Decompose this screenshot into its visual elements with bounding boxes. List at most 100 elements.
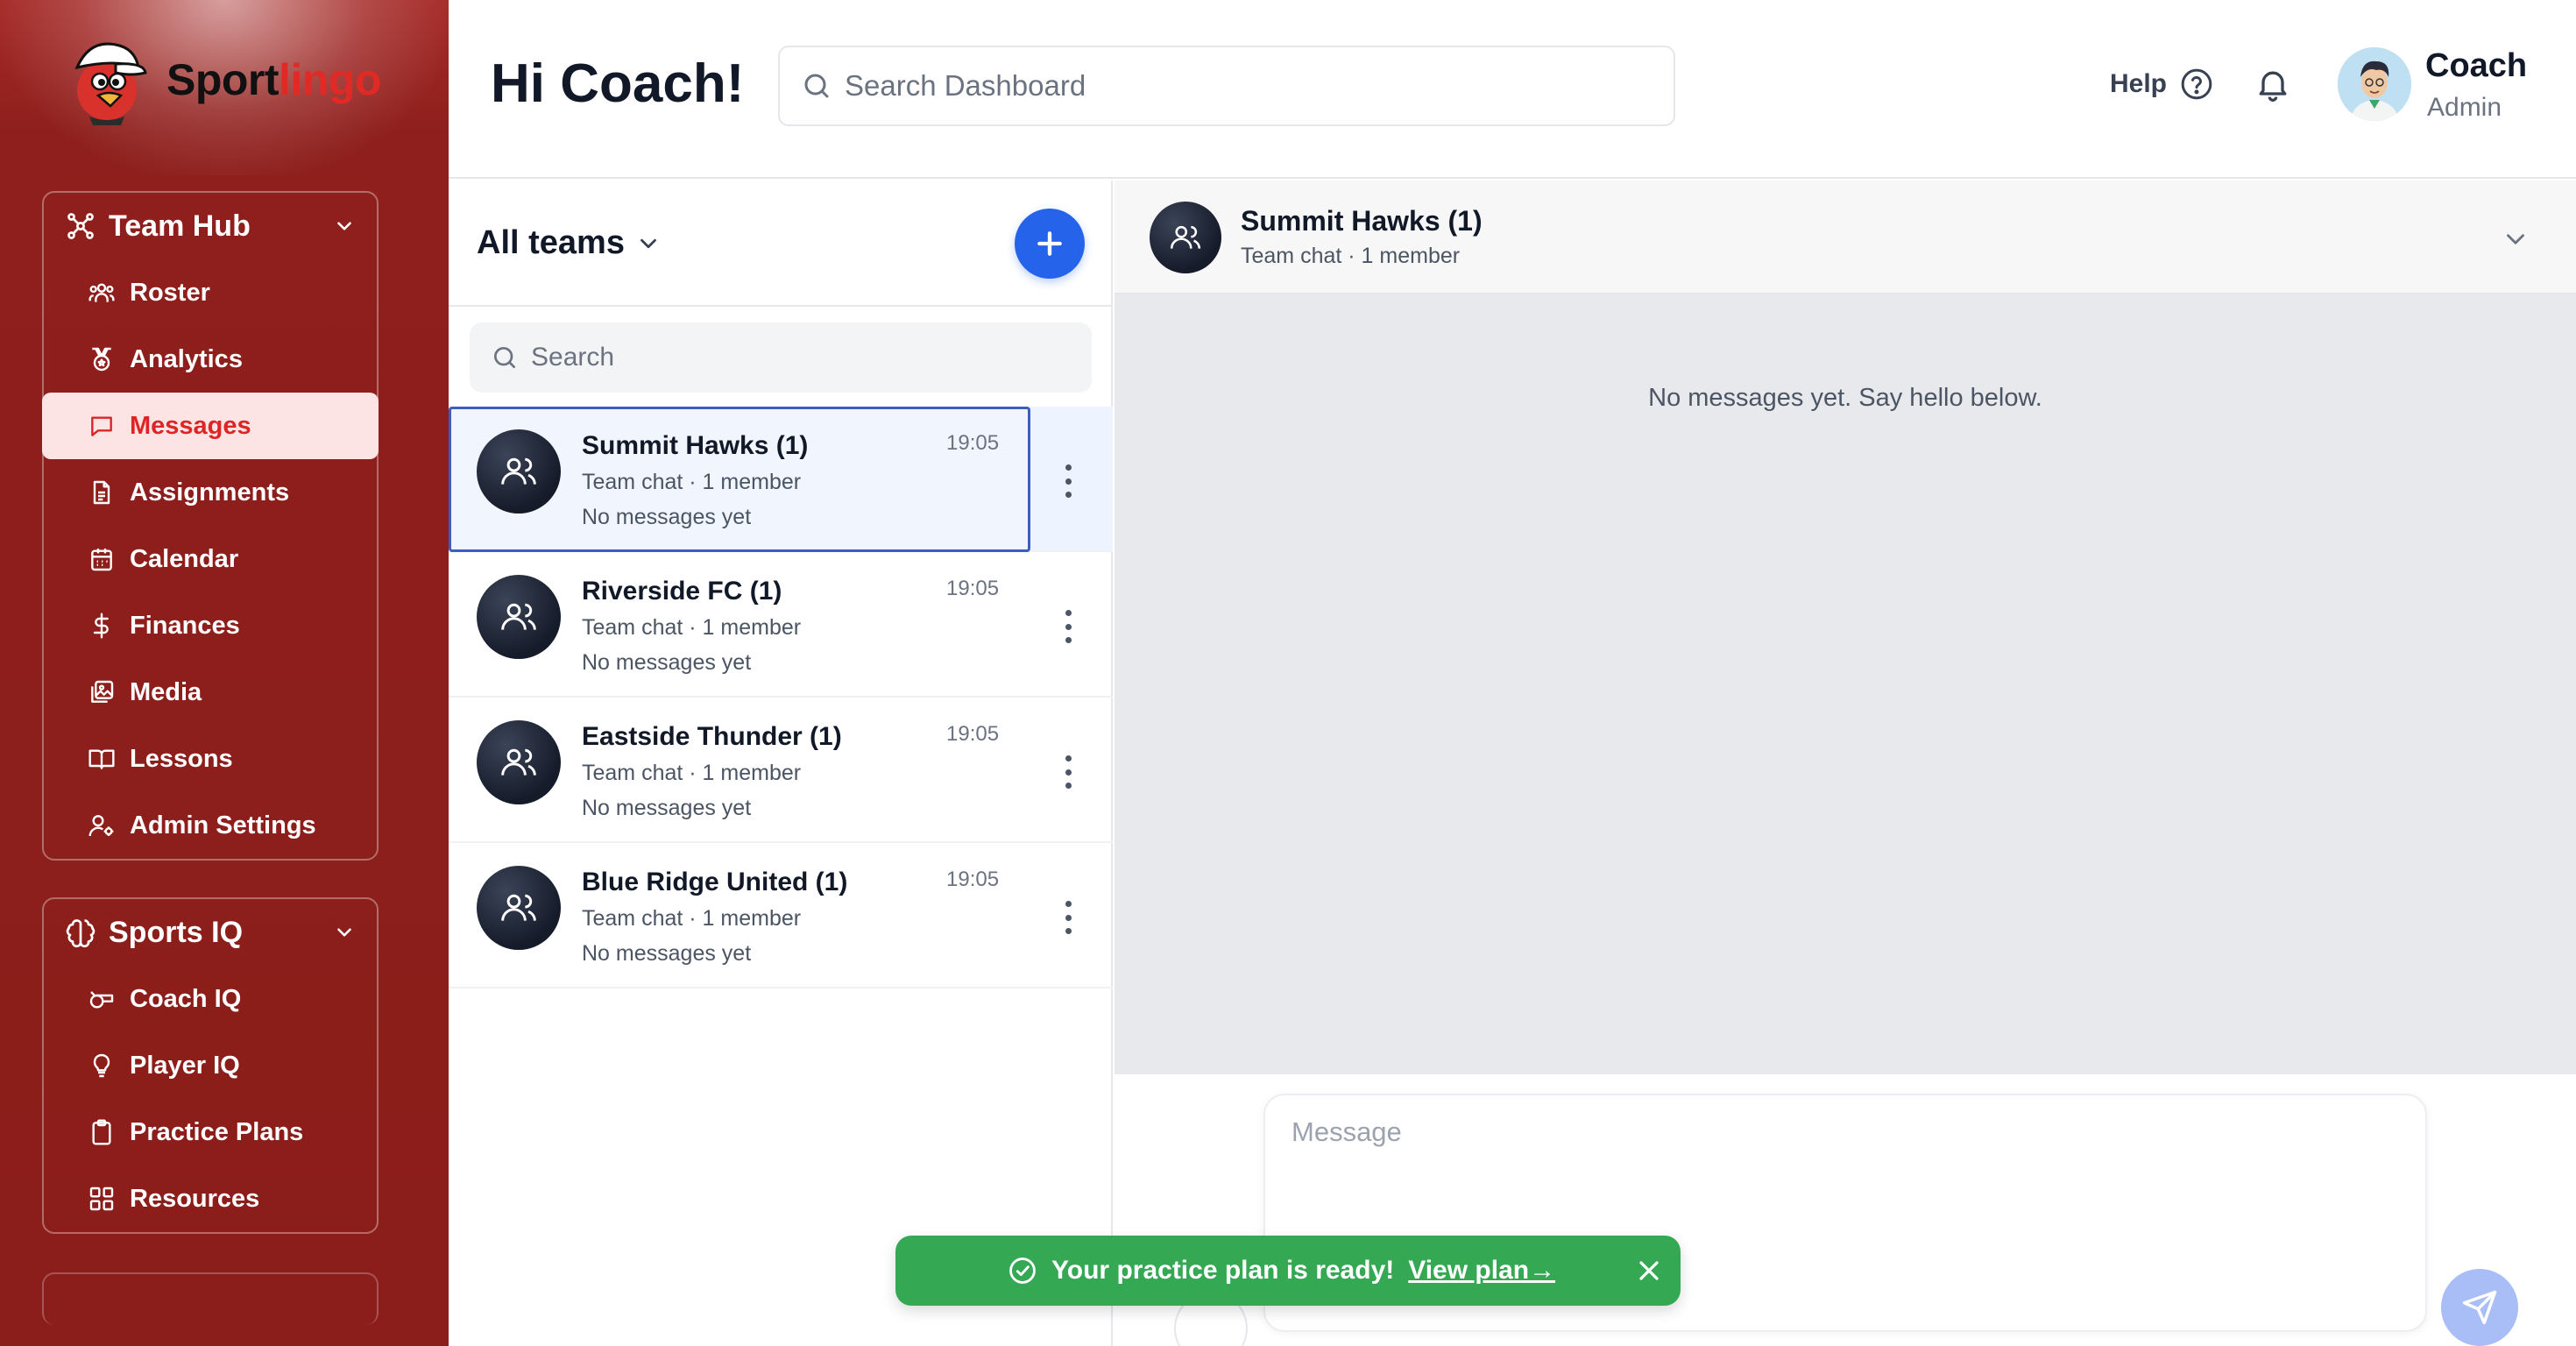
team-name: Eastside Thunder (1) xyxy=(582,722,842,751)
sidebar-item-analytics[interactable]: Analytics xyxy=(44,326,377,393)
clipboard-icon xyxy=(92,1119,111,1145)
chevron-down-icon xyxy=(640,238,656,248)
users-icon xyxy=(1170,225,1201,249)
team-row-riverside-fc[interactable]: Riverside FC (1) Team chat · 1 member No… xyxy=(449,552,1113,698)
teams-panel: All teams Summit Hawks (1) Team chat · 1… xyxy=(449,181,1113,1346)
help-circle-icon xyxy=(2181,68,2212,100)
team-time: 19:05 xyxy=(946,722,1000,746)
more-vertical-icon[interactable] xyxy=(1053,459,1083,503)
sidebar-item-admin-settings[interactable]: Admin Settings xyxy=(44,792,377,859)
sidebar-item-practice-plans[interactable]: Practice Plans xyxy=(44,1099,377,1165)
users-icon xyxy=(501,603,536,630)
chevron-down-icon xyxy=(337,928,351,937)
send-icon xyxy=(2462,1290,2497,1325)
team-subtitle: Team chat · 1 member xyxy=(582,761,802,785)
dashboard-search[interactable] xyxy=(778,46,1675,126)
search-icon xyxy=(494,347,515,368)
sidebar-item-calendar[interactable]: Calendar xyxy=(44,526,377,592)
sidebar-item-lessons[interactable]: Lessons xyxy=(44,726,377,792)
more-vertical-icon[interactable] xyxy=(1053,750,1083,794)
team-row-blue-ridge-united[interactable]: Blue Ridge United (1) Team chat · 1 memb… xyxy=(449,843,1113,988)
top-bar: Hi Coach! Help Coach Admin xyxy=(449,0,2576,179)
sidebar-item-label: Admin Settings xyxy=(130,811,316,839)
sidebar-item-label: Lessons xyxy=(130,744,233,773)
sidebar-item-resources[interactable]: Resources xyxy=(44,1165,377,1232)
more-vertical-icon[interactable] xyxy=(1053,605,1083,648)
message-square-icon xyxy=(91,416,112,436)
chat-panel: Summit Hawks (1) Team chat · 1 member No… xyxy=(1115,181,2576,1346)
chat-header[interactable]: Summit Hawks (1) Team chat · 1 member xyxy=(1115,181,2576,294)
sidebar-item-label: Media xyxy=(130,677,202,706)
sidebar-item-label: Calendar xyxy=(130,544,239,573)
sidebar-item-roster[interactable]: Roster xyxy=(44,259,377,326)
team-search[interactable] xyxy=(470,322,1092,393)
teams-header: All teams xyxy=(449,181,1113,307)
team-search-input[interactable] xyxy=(531,343,1057,372)
empty-state-text: No messages yet. Say hello below. xyxy=(1648,384,2042,412)
team-last-message: No messages yet xyxy=(582,941,752,966)
sidebar-item-label: Messages xyxy=(130,411,251,440)
sidebar-item-label: Coach IQ xyxy=(130,984,242,1013)
group-header-team-hub[interactable]: Team Hub xyxy=(44,193,377,259)
team-avatar xyxy=(477,720,561,804)
image-icon xyxy=(91,680,114,703)
sidebar: Sportlingo Team Hub Roster Analytics Mes… xyxy=(0,0,449,1346)
avatar[interactable] xyxy=(2338,47,2411,121)
group-header-sports-iq[interactable]: Sports IQ xyxy=(44,899,377,966)
team-avatar xyxy=(477,575,561,659)
team-last-message: No messages yet xyxy=(582,650,752,675)
dollar-icon xyxy=(93,613,109,639)
send-button[interactable] xyxy=(2441,1269,2518,1346)
team-avatar xyxy=(477,429,561,514)
view-plan-link[interactable]: View plan→ xyxy=(1408,1256,1555,1286)
brand-name-part1: Sport xyxy=(166,55,280,104)
chat-subtitle: Team chat · 1 member xyxy=(1241,244,1461,268)
sidebar-item-player-iq[interactable]: Player IQ xyxy=(44,1032,377,1099)
team-row-eastside-thunder[interactable]: Eastside Thunder (1) Team chat · 1 membe… xyxy=(449,698,1113,843)
check-circle-icon xyxy=(1009,1257,1036,1284)
team-subtitle: Team chat · 1 member xyxy=(582,470,802,494)
search-input[interactable] xyxy=(845,69,1633,103)
chevron-down-icon[interactable] xyxy=(2501,224,2530,254)
file-text-icon xyxy=(93,480,110,505)
teams-filter-dropdown[interactable]: All teams xyxy=(477,224,662,262)
search-icon xyxy=(804,74,829,98)
users-group-icon xyxy=(88,283,115,302)
calendar-icon xyxy=(91,549,112,571)
sidebar-item-label: Roster xyxy=(130,278,210,307)
sidebar-item-messages[interactable]: Messages xyxy=(42,393,379,459)
chat-title: Summit Hawks (1) xyxy=(1241,205,1483,237)
teams-filter-label: All teams xyxy=(477,224,625,261)
help-label: Help xyxy=(2110,69,2168,98)
team-subtitle: Team chat · 1 member xyxy=(582,615,802,640)
toast-message: Your practice plan is ready! xyxy=(1051,1256,1395,1285)
brand-name-part2: lingo xyxy=(279,55,381,104)
sidebar-item-finances[interactable]: Finances xyxy=(44,592,377,659)
add-team-chat-button[interactable] xyxy=(1015,209,1085,279)
team-time: 19:05 xyxy=(946,431,1000,455)
sidebar-item-assignments[interactable]: Assignments xyxy=(44,459,377,526)
team-name: Summit Hawks (1) xyxy=(582,431,809,460)
more-vertical-icon[interactable] xyxy=(1053,896,1083,939)
chevron-down-icon xyxy=(337,222,351,230)
bell-icon[interactable] xyxy=(2254,65,2292,103)
nav-group-sports-iq: Sports IQ Coach IQ Player IQ Practice Pl… xyxy=(42,897,379,1234)
team-name: Riverside FC (1) xyxy=(582,577,782,606)
help-button[interactable]: Help xyxy=(2110,67,2214,102)
sportlingo-logo-icon xyxy=(74,42,147,125)
sidebar-item-media[interactable]: Media xyxy=(44,659,377,726)
team-row-summit-hawks[interactable]: Summit Hawks (1) Team chat · 1 member No… xyxy=(449,407,1113,552)
user-cog-icon xyxy=(88,815,114,837)
close-icon[interactable] xyxy=(1633,1255,1665,1286)
plus-icon xyxy=(1037,231,1062,256)
brand[interactable]: Sportlingo xyxy=(63,32,381,128)
toast-notification: Your practice plan is ready! View plan→ xyxy=(895,1236,1681,1306)
coach-avatar-icon xyxy=(2338,47,2411,121)
sidebar-item-coach-iq[interactable]: Coach IQ xyxy=(44,966,377,1032)
sidebar-item-label: Practice Plans xyxy=(130,1117,304,1146)
team-time: 19:05 xyxy=(946,868,1000,891)
users-icon xyxy=(501,457,536,485)
sidebar-item-label: Analytics xyxy=(130,344,243,373)
chat-avatar xyxy=(1150,202,1221,273)
nav-group-team-hub: Team Hub Roster Analytics Messages Assig… xyxy=(42,191,379,861)
